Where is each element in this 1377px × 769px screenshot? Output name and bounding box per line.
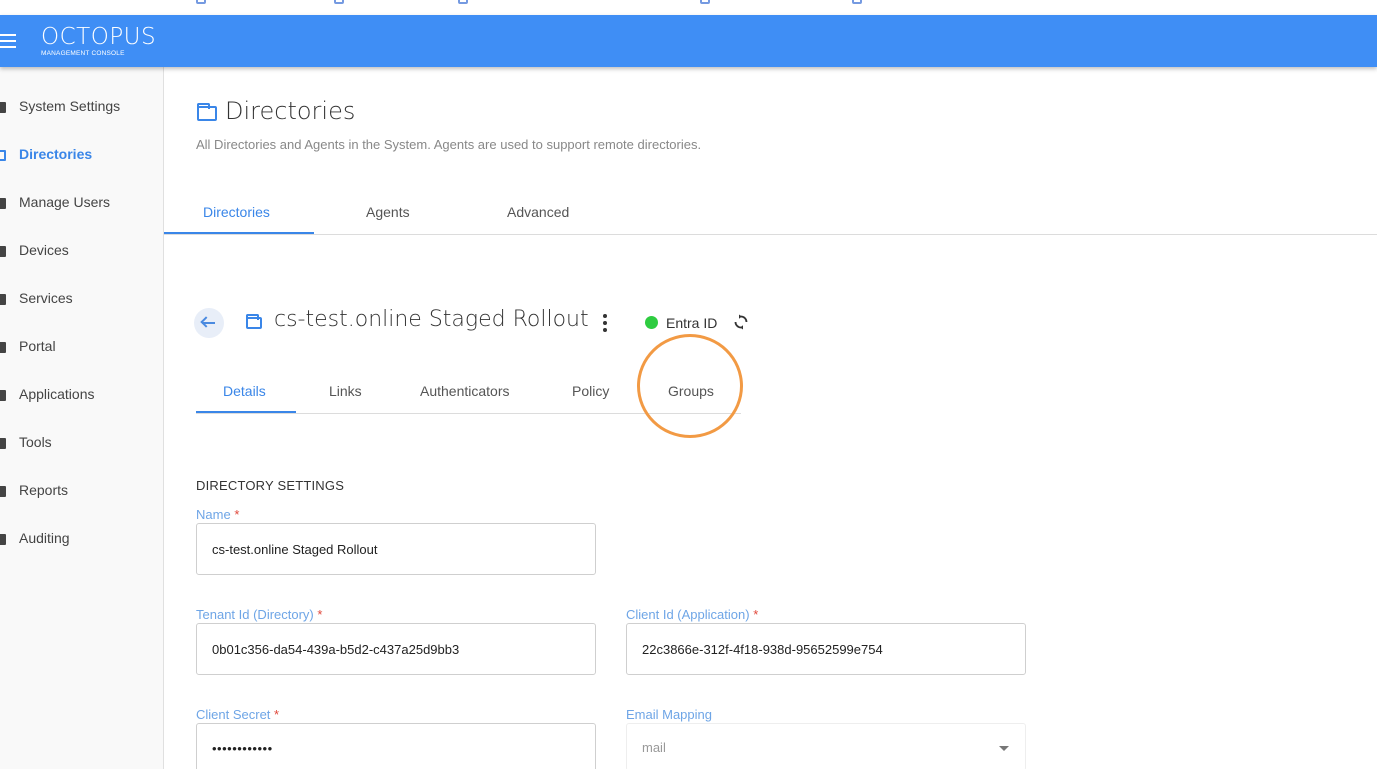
users-icon — [0, 198, 6, 209]
bookmark-icon — [458, 0, 468, 4]
sidebar-item-system-settings[interactable]: System Settings — [0, 87, 163, 127]
tenant-id-field[interactable]: 0b01c356-da54-439a-b5d2-c437a25d9bb3 — [196, 623, 596, 675]
tab-authenticators[interactable]: Authenticators — [420, 383, 510, 399]
status-indicator — [645, 316, 658, 329]
reports-icon — [0, 486, 6, 497]
bookmark-icon — [700, 0, 710, 4]
brand-name: OCTOPUS — [41, 24, 157, 50]
page-description: All Directories and Agents in the System… — [196, 137, 702, 152]
bookmark-icon — [334, 0, 344, 4]
directory-title: cs-test.online Staged Rollout — [274, 307, 589, 332]
settings-icon — [0, 102, 6, 113]
sidebar-item-label: Auditing — [19, 530, 70, 546]
name-label: Name * — [196, 507, 240, 522]
sidebar-item-reports[interactable]: Reports — [0, 471, 163, 511]
arrow-left-icon — [202, 322, 215, 324]
tab-advanced[interactable]: Advanced — [507, 204, 569, 220]
sidebar-item-label: Reports — [19, 482, 69, 498]
app-header: OCTOPUS MANAGEMENT CONSOLE — [0, 15, 1377, 67]
sidebar-item-portal[interactable]: Portal — [0, 327, 163, 367]
menu-icon[interactable] — [0, 34, 18, 48]
tab-links[interactable]: Links — [329, 383, 362, 399]
sidebar-item-auditing[interactable]: Auditing — [0, 519, 163, 559]
browser-toolbar-remnant — [0, 0, 1377, 15]
sidebar-item-services[interactable]: Services — [0, 279, 163, 319]
active-tab-indicator — [196, 411, 296, 413]
sidebar-item-directories[interactable]: Directories — [0, 135, 163, 175]
back-button[interactable] — [194, 308, 224, 338]
sidebar-item-devices[interactable]: Devices — [0, 231, 163, 271]
services-icon — [0, 294, 6, 305]
sidebar-item-manage-users[interactable]: Manage Users — [0, 183, 163, 223]
sidebar-item-label: Manage Users — [19, 194, 111, 210]
required-mark: * — [753, 607, 759, 622]
section-title: DIRECTORY SETTINGS — [196, 478, 345, 493]
email-mapping-select[interactable]: mail — [626, 723, 1026, 769]
email-mapping-label: Email Mapping — [626, 707, 712, 722]
folder-icon — [246, 314, 262, 329]
tenant-id-label: Tenant Id (Directory) * — [196, 607, 323, 622]
client-secret-field[interactable]: •••••••••••• — [196, 723, 596, 769]
sidebar-item-label: Devices — [19, 242, 69, 258]
more-options-icon[interactable] — [600, 313, 610, 333]
directory-tabs: Details Links Authenticators Policy Grou… — [196, 373, 741, 414]
bookmark-icon — [196, 0, 206, 4]
page-title: Directories — [225, 97, 356, 125]
email-mapping-value: mail — [642, 739, 666, 755]
client-secret-label: Client Secret * — [196, 707, 280, 722]
tab-agents[interactable]: Agents — [366, 204, 410, 220]
tab-details[interactable]: Details — [223, 383, 266, 399]
tab-policy[interactable]: Policy — [572, 383, 609, 399]
page-title-icon-wrap — [197, 98, 217, 125]
tab-groups[interactable]: Groups — [668, 383, 714, 399]
chevron-down-icon — [999, 746, 1009, 751]
sidebar-item-applications[interactable]: Applications — [0, 375, 163, 415]
sidebar-item-tools[interactable]: Tools — [0, 423, 163, 463]
required-mark: * — [234, 507, 240, 522]
client-id-field[interactable]: 22c3866e-312f-4f18-938d-95652599e754 — [626, 623, 1026, 675]
device-icon — [0, 246, 6, 257]
auditing-icon — [0, 534, 6, 545]
sidebar: System Settings Directories Manage Users… — [0, 67, 164, 769]
sidebar-item-label: Applications — [19, 386, 95, 402]
client-id-label: Client Id (Application) * — [626, 607, 759, 622]
sidebar-item-label: Tools — [19, 434, 52, 450]
sync-icon[interactable] — [733, 314, 749, 330]
sidebar-item-label: Directories — [19, 146, 93, 162]
app-logo[interactable]: OCTOPUS MANAGEMENT CONSOLE — [41, 24, 156, 58]
applications-icon — [0, 390, 6, 401]
main-tabs: Directories Agents Advanced — [164, 190, 1377, 235]
folder-icon — [197, 103, 217, 121]
portal-icon — [0, 342, 6, 353]
name-field[interactable]: cs-test.online Staged Rollout — [196, 523, 596, 575]
tools-icon — [0, 438, 6, 449]
required-mark: * — [274, 707, 280, 722]
bookmark-icon — [852, 0, 862, 4]
sidebar-item-label: Services — [19, 290, 73, 306]
sidebar-item-label: System Settings — [19, 98, 121, 114]
required-mark: * — [317, 607, 323, 622]
sidebar-item-label: Portal — [19, 338, 56, 354]
status-label: Entra ID — [666, 315, 718, 331]
tab-directories[interactable]: Directories — [203, 204, 270, 220]
brand-subtitle: MANAGEMENT CONSOLE — [41, 50, 125, 57]
folder-icon — [0, 150, 6, 161]
active-tab-indicator — [164, 232, 314, 234]
